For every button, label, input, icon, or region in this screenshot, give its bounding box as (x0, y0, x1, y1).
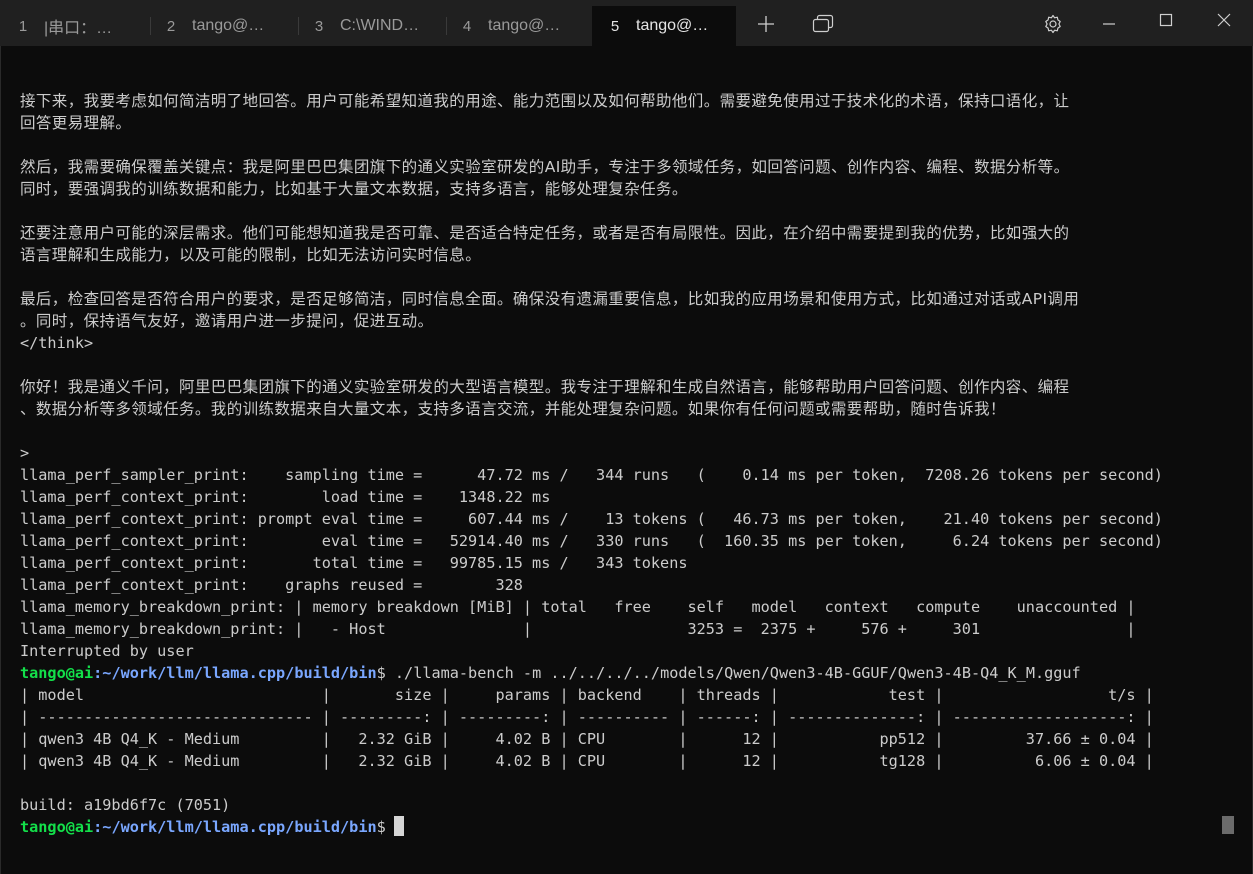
tab-number: 2 (166, 17, 176, 35)
output-line: </think> (20, 334, 94, 352)
terminal-output: 接下来，我要考虑如何简洁明了地回答。用户可能希望知道我的用途、能力范围以及如何帮… (20, 90, 1225, 838)
text-cursor (393, 816, 404, 836)
output-line: 语言理解和生成能力，以及可能的限制，比如无法访问实时信息。 (20, 246, 482, 264)
tab-number: 3 (314, 17, 324, 35)
tab-divider (298, 17, 299, 35)
tab-divider (446, 17, 447, 35)
output-line: llama_perf_context_print: eval time = 52… (20, 532, 1163, 550)
minimize-button[interactable] (1092, 8, 1126, 40)
minimize-icon (1103, 23, 1115, 25)
prompt-user: tango@ai (20, 664, 94, 682)
bench-table-row: | qwen3 4B Q4_K - Medium | 2.32 GiB | 4.… (20, 752, 1154, 770)
tab-label: tango@… (636, 17, 709, 34)
output-line: 还要注意用户可能的深层需求。他们可能想知道我是否可靠、是否适合特定任务，或者是否… (20, 224, 1070, 242)
tab-label: tango@… (488, 17, 561, 34)
prompt-path: :~/work/llm/llama.cpp/build/bin (93, 818, 377, 836)
terminal-pane[interactable]: 接下来，我要考虑如何简洁明了地回答。用户可能希望知道我的用途、能力范围以及如何帮… (0, 46, 1253, 874)
tab-number: 5 (610, 17, 620, 35)
output-line: 然后，我需要确保覆盖关键点：我是阿里巴巴集团旗下的通义实验室研发的AI助手，专注… (20, 158, 1070, 176)
overlapping-windows-icon (812, 14, 834, 33)
close-icon (1217, 13, 1231, 27)
output-line: 。同时，保持语气友好，邀请用户进一步提问，促进互动。 (20, 312, 434, 330)
tab-divider (150, 17, 151, 35)
output-line: llama_perf_context_print: graphs reused … (20, 576, 523, 594)
output-line: llama_perf_context_print: total time = 9… (20, 554, 688, 572)
output-line: llama_memory_breakdown_print: | - Host |… (20, 620, 1136, 638)
maximize-button[interactable] (1149, 4, 1183, 36)
new-tab-button[interactable] (750, 8, 782, 40)
output-line: 回答更易理解。 (20, 114, 132, 132)
build-info: build: a19bd6f7c (7051) (20, 796, 231, 814)
bench-table-separator: | ------------------------------ | -----… (20, 708, 1154, 726)
settings-button[interactable] (1036, 8, 1070, 40)
maximize-icon (1159, 13, 1173, 27)
active-prompt-line[interactable]: tango@ai:~/work/llm/llama.cpp/build/bin$ (20, 816, 1225, 838)
tab-2[interactable]: 2 tango@… (160, 6, 298, 46)
tab-4[interactable]: 4 tango@… (456, 6, 590, 46)
tab-3[interactable]: 3 C:\WIND… (308, 6, 446, 46)
scrollbar-thumb[interactable] (1222, 816, 1234, 834)
tab-number: 4 (462, 17, 472, 35)
close-button[interactable] (1207, 4, 1241, 36)
tab-label: |串口：… (44, 20, 113, 37)
output-line: 接下来，我要考虑如何简洁明了地回答。用户可能希望知道我的用途、能力范围以及如何帮… (20, 92, 1070, 110)
prompt-symbol: $ (376, 664, 386, 682)
gear-icon (1045, 14, 1061, 34)
tab-number: 1 (18, 17, 28, 35)
tab-switcher-button[interactable] (806, 8, 840, 40)
tab-1[interactable]: 1 |串口：… (12, 6, 150, 46)
command-text: ./llama-bench -m ../../../../models/Qwen… (385, 664, 1081, 682)
output-line: 你好！我是通义千问，阿里巴巴集团旗下的通义实验室研发的大型语言模型。我专注于理解… (20, 378, 1070, 396)
output-line: 同时，要强调我的训练数据和能力，比如基于大量文本数据，支持多语言，能够处理复杂任… (20, 180, 688, 198)
output-line: 、数据分析等多领域任务。我的训练数据来自大量文本，支持多语言交流，并能处理复杂问… (20, 400, 1006, 418)
output-line: 最后，检查回答是否符合用户的要求，是否足够简洁，同时信息全面。确保没有遗漏重要信… (20, 290, 1080, 308)
output-line: llama_perf_context_print: load time = 13… (20, 488, 551, 506)
plus-icon (758, 16, 774, 32)
bench-table-row: | qwen3 4B Q4_K - Medium | 2.32 GiB | 4.… (20, 730, 1154, 748)
prompt-path: :~/work/llm/llama.cpp/build/bin (93, 664, 377, 682)
command-line: tango@ai:~/work/llm/llama.cpp/build/bin$… (20, 662, 1225, 684)
output-line: > (20, 444, 30, 462)
prompt-user: tango@ai (20, 818, 94, 836)
output-line: llama_memory_breakdown_print: | memory b… (20, 598, 1136, 616)
output-line: Interrupted by user (20, 642, 194, 660)
output-line: llama_perf_sampler_print: sampling time … (20, 466, 1163, 484)
bench-table-header: | model | size | params | backend | thre… (20, 686, 1154, 704)
tab-label: tango@… (192, 17, 265, 34)
tab-5[interactable]: 5 tango@… (592, 6, 736, 46)
title-bar: 1 |串口：… 2 tango@… 3 C:\WIND… 4 tango@… 5… (0, 0, 1253, 46)
output-line: llama_perf_context_print: prompt eval ti… (20, 510, 1163, 528)
prompt-symbol: $ (376, 818, 386, 836)
tab-label: C:\WIND… (340, 17, 420, 34)
